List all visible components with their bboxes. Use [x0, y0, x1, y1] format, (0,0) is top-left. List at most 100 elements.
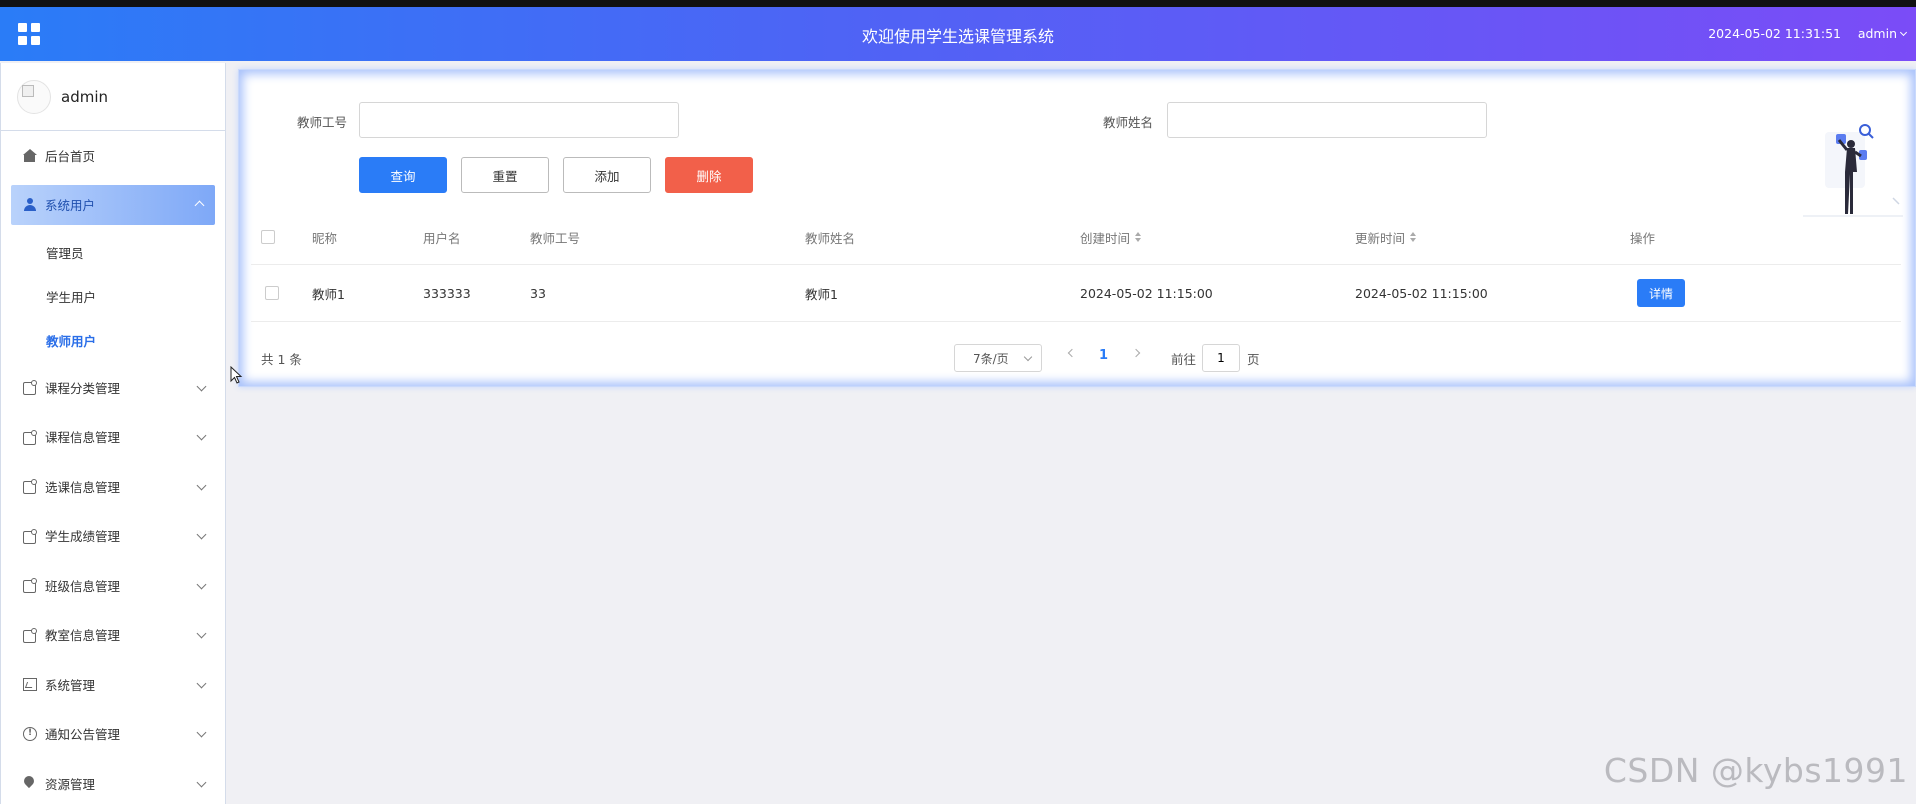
sidebar-item-notices[interactable]: 通知公告管理	[1, 709, 225, 759]
chevron-down-icon	[1023, 352, 1033, 362]
header-updated-sortable[interactable]: 更新时间	[1355, 210, 1417, 264]
sidebar-item-label: 学生成绩管理	[45, 529, 121, 545]
sidebar-item-label: 资源管理	[45, 776, 96, 792]
top-black-bar	[0, 0, 1916, 7]
pagination: 共 1 条 7条/页 1 前往 页	[239, 342, 1916, 372]
sidebar-item-course-category[interactable]: 课程分类管理	[1, 363, 225, 413]
sidebar-item-label: 班级信息管理	[45, 578, 121, 594]
content-card: 教师工号 教师姓名 查询 重置 添加 删除 昵称 用户名 教师工号 教师姓名 创…	[238, 69, 1916, 387]
chevron-up-icon	[194, 200, 205, 210]
chevron-down-icon	[196, 678, 207, 688]
sidebar-item-course-info[interactable]: 课程信息管理	[1, 412, 225, 462]
box-icon	[23, 528, 37, 544]
app-header: 欢迎使用学生选课管理系统 2024-05-02 11:31:51 admin	[0, 7, 1916, 61]
sidebar-item-system-users[interactable]: 系统用户	[11, 184, 215, 225]
header-created-sortable[interactable]: 创建时间	[1080, 210, 1142, 264]
sidebar-subitem-admins[interactable]: 管理员	[1, 231, 225, 275]
chevron-down-icon	[196, 480, 207, 490]
teacher-name-input[interactable]	[1167, 102, 1487, 138]
search-illustration-icon	[1803, 124, 1903, 217]
sidebar-item-system-management[interactable]: 系统管理	[1, 660, 225, 710]
sidebar-item-label: 选课信息管理	[45, 479, 121, 495]
prev-page-icon[interactable]	[1067, 348, 1077, 358]
table-row: 教师1 333333 33 教师1 2024-05-02 11:15:00 20…	[251, 265, 1901, 322]
teacher-name-label: 教师姓名	[1103, 115, 1154, 130]
box-icon	[23, 578, 37, 594]
sidebar-item-classroom-info[interactable]: 教室信息管理	[1, 610, 225, 660]
sidebar-item-label: 课程分类管理	[45, 380, 121, 396]
box-icon	[23, 479, 37, 495]
page-number-current[interactable]: 1	[1099, 348, 1108, 363]
avatar	[17, 79, 51, 114]
sidebar-item-grades[interactable]: 学生成绩管理	[1, 511, 225, 561]
row-checkbox[interactable]	[265, 286, 279, 300]
cell-nickname: 教师1	[312, 286, 345, 302]
box-icon	[23, 627, 37, 643]
info-icon	[23, 726, 37, 741]
sidebar-item-label: 教室信息管理	[45, 628, 121, 644]
app-title: 欢迎使用学生选课管理系统	[861, 27, 1054, 46]
sidebar-subitem-student-users[interactable]: 学生用户	[1, 275, 225, 319]
cell-teacher-no: 33	[530, 285, 546, 301]
cell-teacher-name: 教师1	[805, 286, 838, 302]
header-username: 用户名	[423, 230, 461, 246]
header-updated: 更新时间	[1355, 230, 1406, 246]
pin-icon	[23, 776, 37, 790]
chevron-down-icon	[196, 381, 207, 391]
cell-username: 333333	[423, 285, 471, 301]
chevron-down-icon	[196, 430, 207, 441]
reset-button[interactable]: 重置	[461, 157, 549, 193]
profile-name: admin	[61, 87, 108, 106]
goto-page-input[interactable]	[1202, 344, 1240, 372]
goto-prefix: 前往	[1171, 352, 1197, 367]
query-button[interactable]: 查询	[359, 157, 447, 193]
box-icon	[23, 429, 37, 445]
sidebar-item-label: 课程信息管理	[45, 430, 121, 446]
image-icon	[23, 677, 37, 692]
goto-suffix: 页	[1247, 352, 1260, 367]
chevron-down-icon	[196, 727, 207, 738]
sidebar-item-resources[interactable]: 资源管理	[1, 759, 225, 804]
select-all-checkbox[interactable]	[261, 230, 275, 244]
sidebar-item-label: 系统管理	[45, 677, 96, 693]
sidebar-item-label: 通知公告管理	[45, 727, 121, 743]
header-created: 创建时间	[1080, 230, 1131, 246]
sort-icon	[1410, 232, 1417, 242]
chevron-down-icon	[196, 777, 207, 787]
header-datetime: 2024-05-02 11:31:51	[1708, 26, 1841, 41]
detail-button[interactable]: 详情	[1637, 279, 1685, 307]
teacher-table: 昵称 用户名 教师工号 教师姓名 创建时间 更新时间 操作 教师1 333333…	[251, 210, 1901, 322]
sidebar: admin 后台首页 系统用户 管理员 学生用户 教师用户 课程分类管理 课程信…	[0, 63, 226, 804]
sidebar-item-selection-info[interactable]: 选课信息管理	[1, 462, 225, 512]
sort-icon	[1135, 232, 1142, 242]
sidebar-profile: admin	[1, 63, 225, 131]
sidebar-item-label: 后台首页	[45, 149, 96, 165]
header-user-name: admin	[1857, 26, 1897, 41]
sidebar-item-label: 系统用户	[45, 198, 96, 213]
page-size-select[interactable]: 7条/页	[954, 344, 1042, 372]
chevron-down-icon	[196, 529, 207, 540]
sidebar-subitem-teacher-users[interactable]: 教师用户	[1, 319, 225, 363]
teacher-no-input[interactable]	[359, 102, 679, 138]
header-teacher-name: 教师姓名	[805, 230, 856, 246]
header-actions: 操作	[1630, 230, 1656, 246]
cell-created: 2024-05-02 11:15:00	[1080, 285, 1213, 301]
home-icon	[23, 148, 37, 163]
table-header: 昵称 用户名 教师工号 教师姓名 创建时间 更新时间 操作	[251, 210, 1901, 265]
teacher-no-label: 教师工号	[297, 115, 348, 130]
watermark: CSDN @kybs1991	[1603, 751, 1908, 790]
cell-updated: 2024-05-02 11:15:00	[1355, 285, 1488, 301]
header-user-menu[interactable]: admin	[1857, 26, 1908, 41]
header-teacher-no: 教师工号	[530, 230, 581, 246]
page-size-value: 7条/页	[973, 351, 1009, 366]
next-page-icon[interactable]	[1131, 348, 1141, 358]
chevron-down-icon	[196, 579, 207, 589]
chevron-down-icon	[196, 628, 207, 639]
sidebar-item-class-info[interactable]: 班级信息管理	[1, 561, 225, 611]
header-nickname: 昵称	[312, 230, 338, 246]
user-icon	[23, 197, 37, 212]
add-button[interactable]: 添加	[563, 157, 651, 193]
delete-button[interactable]: 删除	[665, 157, 753, 193]
sidebar-item-home[interactable]: 后台首页	[1, 131, 225, 181]
total-count: 共 1 条	[261, 352, 302, 367]
